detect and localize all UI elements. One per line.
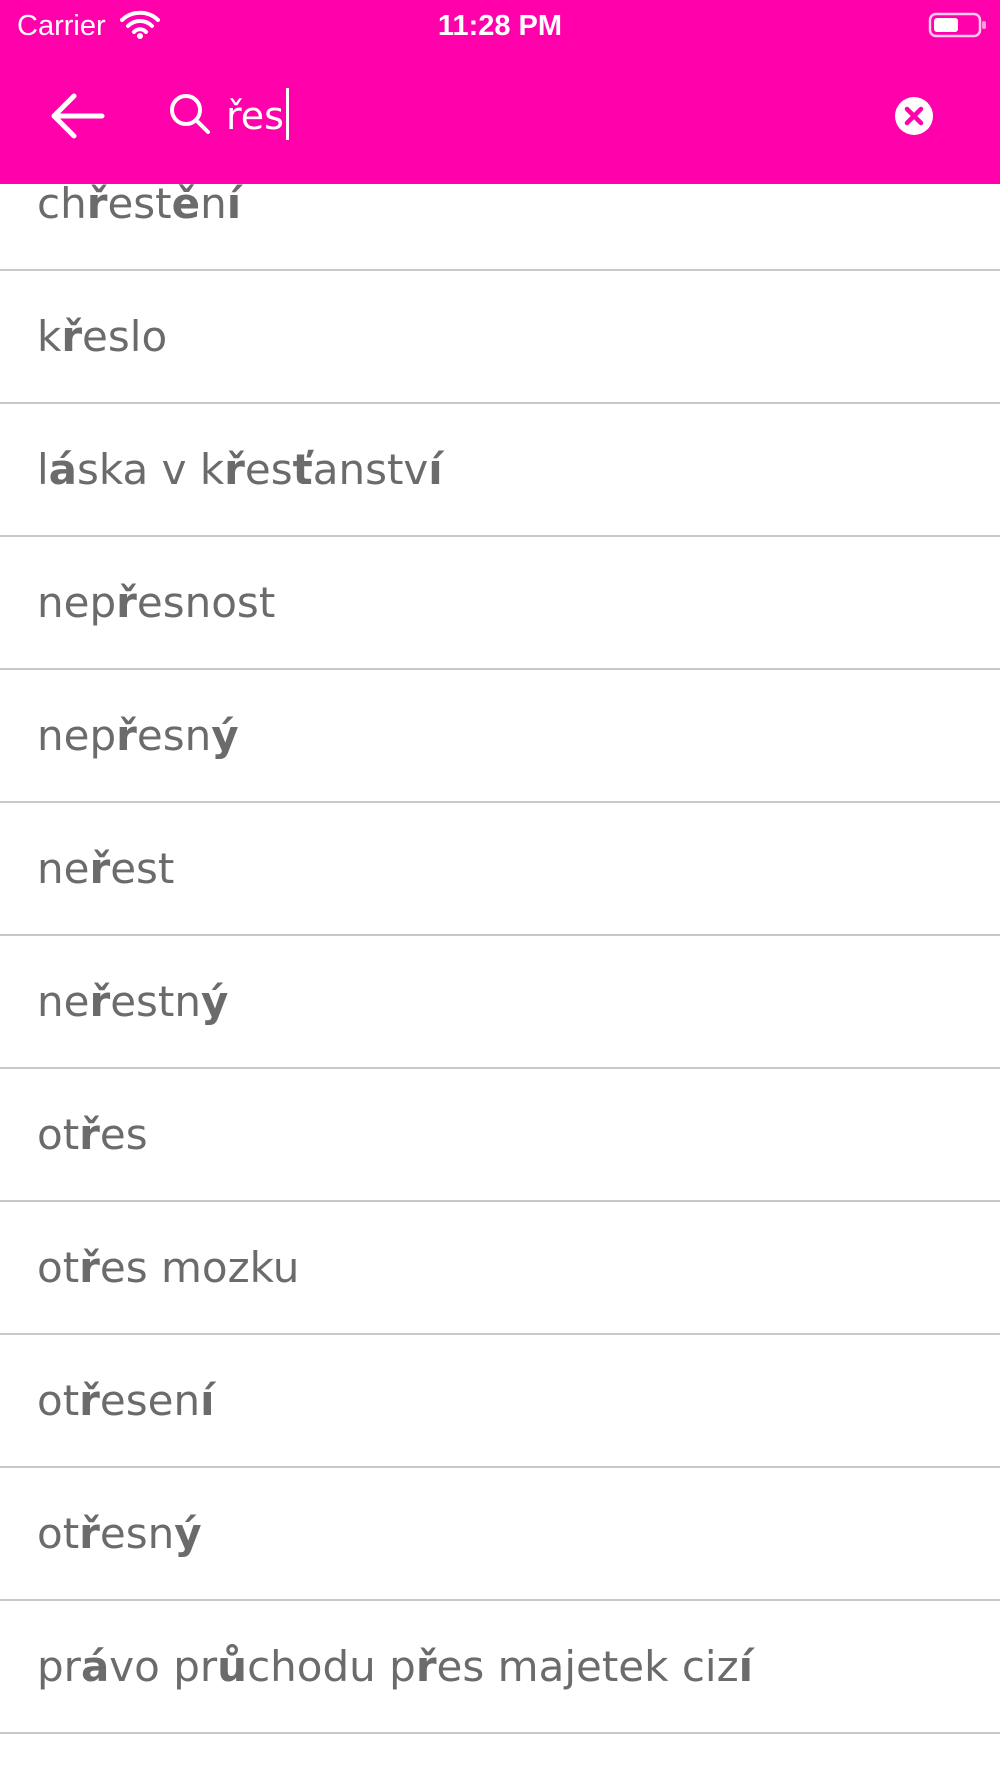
clock: 11:28 PM [437, 10, 563, 42]
result-label: otřesení [37, 1375, 215, 1425]
result-label: otřesný [37, 1508, 202, 1558]
battery-icon [928, 12, 986, 38]
result-item[interactable]: nepřesný [0, 670, 1000, 803]
result-item[interactable]: právo průchodu přes majetek cizí [0, 1601, 1000, 1734]
result-label: neřest [37, 843, 175, 893]
result-item[interactable]: otřes mozku [0, 1202, 1000, 1335]
result-label: neřestný [37, 976, 229, 1026]
result-item[interactable]: neřestný [0, 936, 1000, 1069]
clear-icon[interactable] [894, 96, 934, 136]
header: Carrier 11:28 PM [0, 0, 1000, 184]
result-label: křeslo [37, 311, 168, 361]
result-item[interactable]: neřest [0, 803, 1000, 936]
dictionary-search-screen: Carrier 11:28 PM řes chřestění křeslo lá… [0, 0, 1000, 1778]
result-label: nepřesnost [37, 577, 276, 627]
result-item[interactable]: láska v křesťanství [0, 404, 1000, 537]
result-label: láska v křesťanství [37, 444, 443, 494]
search-icon [170, 94, 210, 134]
result-label: chřestění [37, 178, 242, 228]
result-label: nepřesný [37, 710, 239, 760]
search-input[interactable] [226, 88, 866, 144]
result-label: právo průchodu přes majetek cizí [37, 1641, 754, 1691]
result-item[interactable]: křeslo [0, 271, 1000, 404]
result-item[interactable]: nepřesnost [0, 537, 1000, 670]
result-label: otřes mozku [37, 1242, 300, 1292]
result-item[interactable]: otřes [0, 1069, 1000, 1202]
result-item[interactable]: otřesení [0, 1335, 1000, 1468]
back-arrow-icon[interactable] [46, 88, 110, 144]
text-caret [285, 88, 289, 140]
result-label: otřes [37, 1109, 148, 1159]
results-list: chřestění křeslo láska v křesťanství nep… [0, 138, 1000, 1734]
result-item[interactable]: otřesný [0, 1468, 1000, 1601]
